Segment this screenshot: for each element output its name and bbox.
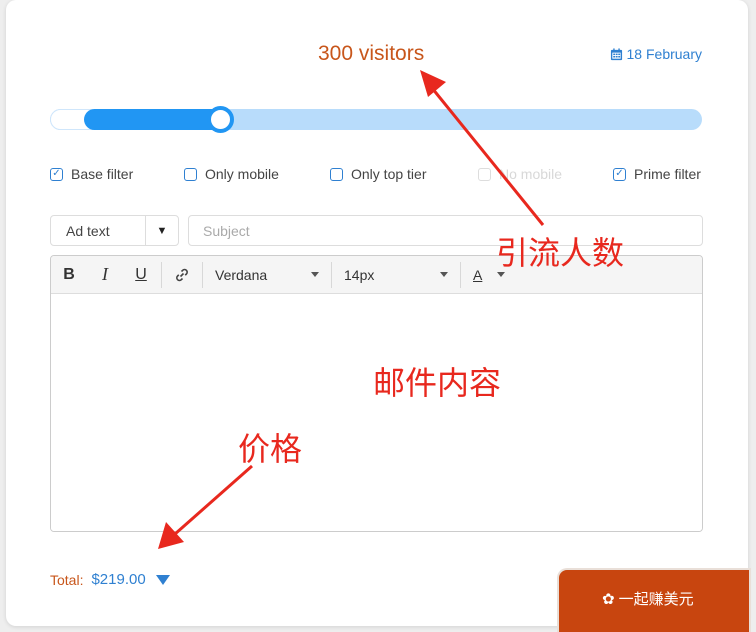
watermark: ✿ 一起赚美元	[602, 588, 694, 609]
total-amount: $219.00	[91, 571, 146, 588]
wechat-icon: ✿	[602, 589, 615, 608]
price-breakdown-toggle-icon[interactable]	[155, 574, 170, 585]
total-label: Total:	[50, 571, 84, 588]
annotation-arrow-price	[158, 464, 253, 549]
total-price: Total: $219.00	[50, 571, 170, 588]
annotation-arrows	[158, 70, 545, 549]
annotation-arrow-visitors	[420, 70, 545, 226]
watermark-text: 一起赚美元	[618, 590, 694, 608]
